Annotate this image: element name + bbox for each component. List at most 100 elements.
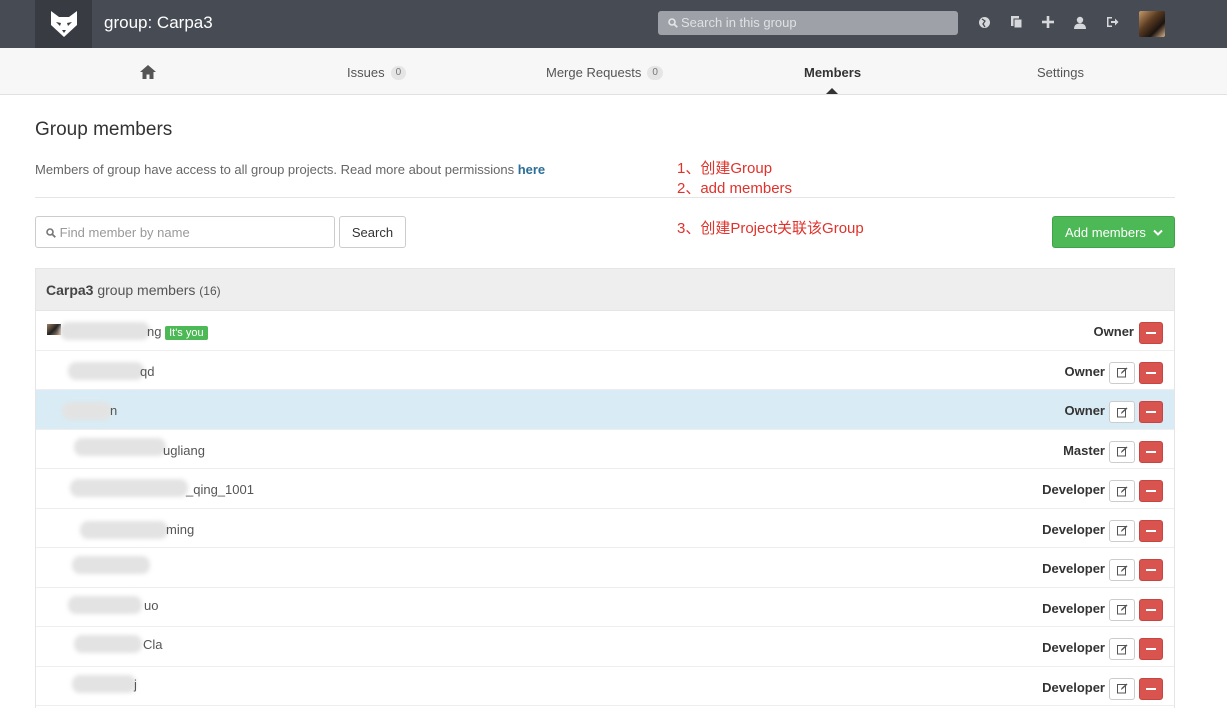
minus-icon xyxy=(1146,608,1156,611)
name-redaction xyxy=(74,635,142,653)
search-placeholder: Search in this group xyxy=(681,15,797,30)
edit-member-button[interactable] xyxy=(1109,677,1135,700)
member-role: Master xyxy=(1063,442,1105,458)
edit-member-button[interactable] xyxy=(1109,401,1135,423)
search-icon xyxy=(668,18,678,28)
member-name-text: ng xyxy=(147,324,162,339)
member-name[interactable]: j xyxy=(134,677,137,692)
edit-member-button[interactable] xyxy=(1109,361,1135,384)
member-row: _qing_1001 Developer xyxy=(36,469,1174,509)
edit-member-button[interactable] xyxy=(1109,598,1135,621)
member-role: Developer xyxy=(1042,640,1105,655)
name-redaction xyxy=(60,322,150,340)
user-icon[interactable] xyxy=(1072,14,1088,30)
annotation-step-2: 2、add members xyxy=(677,180,793,197)
edit-member-button[interactable] xyxy=(1109,638,1135,660)
member-row: Cla Developer xyxy=(36,627,1174,667)
edit-member-button[interactable] xyxy=(1109,480,1135,502)
find-member-input[interactable]: Find member by name xyxy=(35,216,335,248)
member-name[interactable]: qd xyxy=(140,364,154,379)
nav-members[interactable]: Members xyxy=(804,65,861,80)
member-role: Developer xyxy=(1042,679,1105,695)
panel-heading-text: group members xyxy=(93,282,200,298)
nav-issues-label: Issues xyxy=(347,65,385,80)
edit-member-button[interactable] xyxy=(1109,440,1135,463)
remove-member-button[interactable] xyxy=(1139,638,1163,660)
member-avatar xyxy=(47,324,61,335)
edit-icon xyxy=(1116,683,1127,694)
group-title[interactable]: group: Carpa3 xyxy=(104,13,213,33)
user-avatar[interactable] xyxy=(1139,11,1165,37)
edit-icon xyxy=(1116,565,1127,575)
member-name[interactable]: ugliang xyxy=(163,443,205,458)
member-name[interactable]: Cla xyxy=(143,637,163,652)
remove-member-button[interactable] xyxy=(1139,519,1163,542)
panel-heading: Carpa3 group members (16) xyxy=(36,269,1174,311)
remove-member-button[interactable] xyxy=(1139,480,1163,502)
member-name[interactable]: uo xyxy=(144,598,158,613)
divider xyxy=(35,197,1175,198)
panel-group-name: Carpa3 xyxy=(46,282,94,298)
edit-member-button[interactable] xyxy=(1109,519,1135,542)
nav-issues[interactable]: Issues 0 xyxy=(347,65,407,80)
group-nav: Issues 0 Merge Requests 0 Members Settin… xyxy=(0,48,1227,95)
member-name[interactable]: n xyxy=(110,403,117,418)
name-redaction xyxy=(72,556,150,574)
remove-member-button[interactable] xyxy=(1139,440,1163,463)
edit-icon xyxy=(1116,446,1127,457)
edit-icon xyxy=(1116,525,1127,536)
permissions-link[interactable]: here xyxy=(518,162,545,177)
member-name[interactable]: ng It's you xyxy=(147,324,208,340)
edit-member-button[interactable] xyxy=(1109,559,1135,581)
nav-settings-label: Settings xyxy=(1037,65,1084,80)
annotation-step-1: 1、创建Group xyxy=(677,160,773,177)
remove-member-button[interactable] xyxy=(1139,677,1163,700)
search-icon xyxy=(46,228,56,238)
mr-count-badge: 0 xyxy=(647,65,663,80)
members-panel: Carpa3 group members (16) ng It's you Ow… xyxy=(35,268,1175,708)
member-row: qd Owner xyxy=(36,351,1174,390)
top-bar: group: Carpa3 Search in this group xyxy=(0,0,1227,48)
member-name[interactable]: ming xyxy=(166,522,194,537)
member-name[interactable]: _qing_1001 xyxy=(186,482,254,497)
remove-member-button[interactable] xyxy=(1139,559,1163,581)
plus-icon[interactable] xyxy=(1040,14,1056,30)
active-tab-caret xyxy=(826,88,838,94)
annotation-step-3: 3、创建Project关联该Group xyxy=(677,220,864,237)
page-description: Members of group have access to all grou… xyxy=(35,162,545,177)
remove-member-button[interactable] xyxy=(1139,322,1163,344)
name-redaction xyxy=(68,595,142,614)
name-redaction xyxy=(80,520,168,539)
member-row: ming Developer xyxy=(36,509,1174,548)
member-role: Developer xyxy=(1042,561,1105,576)
nav-merge-requests[interactable]: Merge Requests 0 xyxy=(546,65,663,80)
sign-out-icon[interactable] xyxy=(1104,14,1120,30)
issues-count-badge: 0 xyxy=(390,65,407,80)
minus-icon xyxy=(1146,332,1156,334)
add-members-button[interactable]: Add members xyxy=(1052,216,1175,248)
group-search-input[interactable]: Search in this group xyxy=(658,11,958,35)
minus-icon xyxy=(1146,371,1156,374)
member-role: Owner xyxy=(1093,324,1134,339)
fox-logo-icon xyxy=(50,11,77,37)
nav-settings[interactable]: Settings xyxy=(1037,65,1084,80)
minus-icon xyxy=(1146,450,1156,453)
search-button[interactable]: Search xyxy=(339,216,406,248)
member-row: uo Developer xyxy=(36,588,1174,627)
edit-icon xyxy=(1116,644,1127,654)
chevron-down-icon xyxy=(1152,229,1163,236)
minus-icon xyxy=(1146,411,1156,413)
member-row: ng It's you Owner xyxy=(36,311,1174,351)
home-icon xyxy=(140,65,156,79)
nav-home[interactable] xyxy=(139,64,157,80)
member-role: Developer xyxy=(1042,600,1105,616)
copy-icon[interactable] xyxy=(1008,14,1024,30)
gitlab-logo[interactable] xyxy=(35,0,92,48)
remove-member-button[interactable] xyxy=(1139,361,1163,384)
member-row: Developer xyxy=(36,548,1174,588)
remove-member-button[interactable] xyxy=(1139,598,1163,621)
description-text: Members of group have access to all grou… xyxy=(35,162,518,177)
member-role: Owner xyxy=(1064,403,1105,418)
globe-icon[interactable] xyxy=(976,14,992,30)
remove-member-button[interactable] xyxy=(1139,401,1163,423)
